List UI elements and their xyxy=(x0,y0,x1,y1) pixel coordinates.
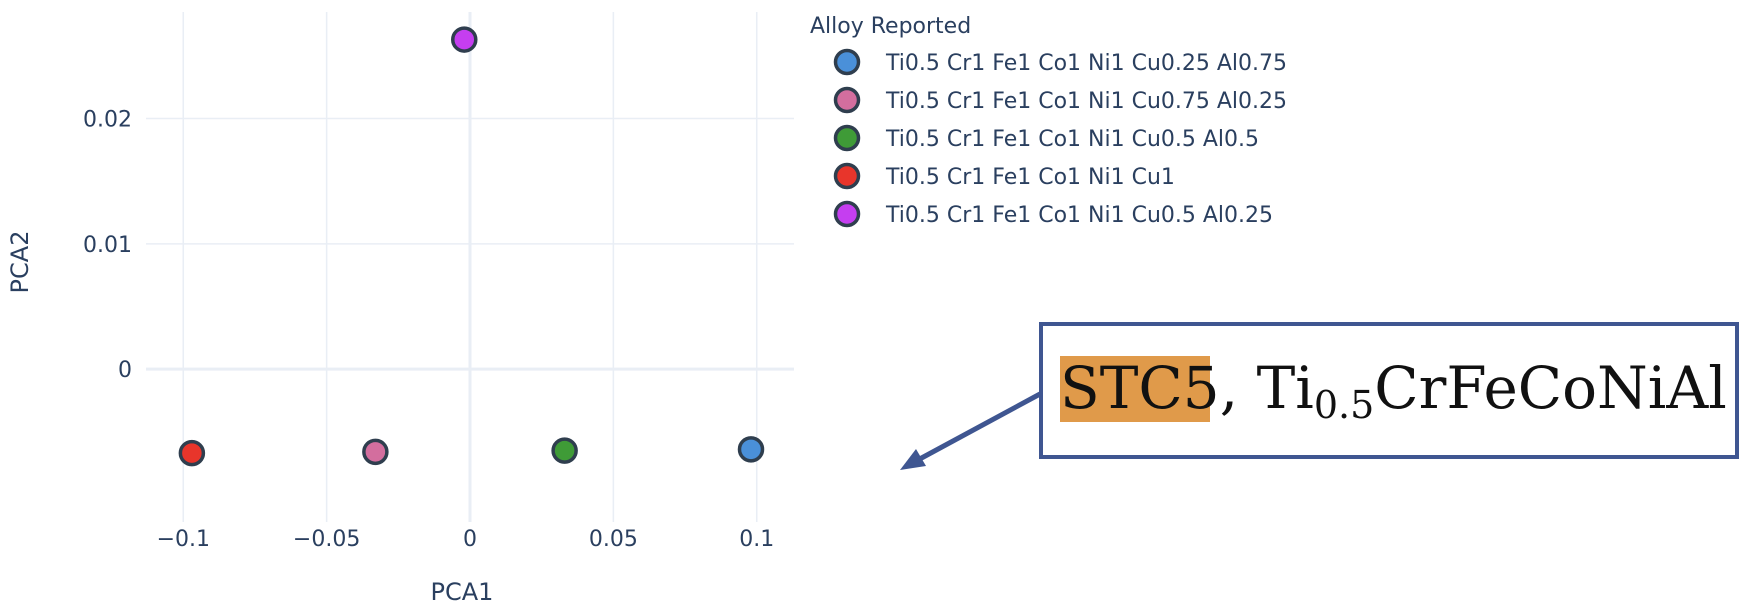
callout-arrow-line xyxy=(914,391,1042,464)
legend-items: Ti0.5 Cr1 Fe1 Co1 Ni1 Cu0.25 Al0.75 Ti0.5… xyxy=(833,48,1287,228)
callout-formula-ti: Ti xyxy=(1257,354,1314,422)
data-point xyxy=(551,437,578,464)
y-tick-label: 0.02 xyxy=(83,108,132,133)
data-point xyxy=(362,438,389,466)
legend-marker xyxy=(833,124,861,152)
x-tick-label: 0 xyxy=(463,527,477,552)
legend-label: Ti0.5 Cr1 Fe1 Co1 Ni1 Cu1 xyxy=(885,165,1175,190)
legend-marker xyxy=(833,86,861,114)
legend-item: Ti0.5 Cr1 Fe1 Co1 Ni1 Cu0.75 Al0.25 xyxy=(833,86,1287,114)
x-tick-label: −0.05 xyxy=(293,527,360,552)
data-point xyxy=(178,439,206,467)
legend-marker xyxy=(833,48,861,76)
x-tick-label: −0.1 xyxy=(157,527,210,552)
legend-title: Alloy Reported xyxy=(810,14,971,39)
callout-formula: STC5, Ti0.5CrFeCoNiAl xyxy=(1060,354,1727,427)
data-point xyxy=(451,26,478,53)
legend-item: Ti0.5 Cr1 Fe1 Co1 Ni1 Cu1 xyxy=(833,162,1175,190)
scatter-chart: −0.1 −0.05 0 0.05 0.1 0 0.01 0.02 PCA1 PCA2 All… xyxy=(6,12,1739,606)
callout-formula-rest: CrFeCoNiAl xyxy=(1374,354,1727,422)
legend: Alloy Reported Ti0.5 Cr1 Fe1 Co1 Ni1 Cu0… xyxy=(810,14,1287,228)
y-tick-label: 0 xyxy=(118,358,132,383)
x-tick-label: 0.1 xyxy=(739,527,774,552)
tick-labels: −0.1 −0.05 0 0.05 0.1 0 0.01 0.02 xyxy=(83,108,774,552)
grid-layer xyxy=(146,12,794,522)
x-axis-title: PCA1 xyxy=(431,578,494,606)
legend-label: Ti0.5 Cr1 Fe1 Co1 Ni1 Cu0.75 Al0.25 xyxy=(885,89,1287,114)
formula-callout: STC5, Ti0.5CrFeCoNiAl xyxy=(900,322,1739,470)
callout-subscript: 0.5 xyxy=(1314,383,1374,427)
callout-separator: , xyxy=(1220,354,1257,422)
y-tick-label: 0.01 xyxy=(83,233,132,258)
legend-item: Ti0.5 Cr1 Fe1 Co1 Ni1 Cu0.25 Al0.75 xyxy=(833,48,1287,76)
callout-arrow-head xyxy=(900,449,926,470)
legend-item: Ti0.5 Cr1 Fe1 Co1 Ni1 Cu0.5 Al0.5 xyxy=(833,124,1259,152)
data-point xyxy=(737,436,765,463)
legend-label: Ti0.5 Cr1 Fe1 Co1 Ni1 Cu0.5 Al0.25 xyxy=(885,203,1273,228)
callout-highlight-text: STC5 xyxy=(1060,354,1220,422)
legend-label: Ti0.5 Cr1 Fe1 Co1 Ni1 Cu0.25 Al0.75 xyxy=(885,51,1287,76)
legend-item: Ti0.5 Cr1 Fe1 Co1 Ni1 Cu0.5 Al0.25 xyxy=(833,200,1273,228)
legend-label: Ti0.5 Cr1 Fe1 Co1 Ni1 Cu0.5 Al0.5 xyxy=(885,127,1259,152)
legend-marker xyxy=(833,200,861,228)
legend-marker xyxy=(833,162,861,190)
x-tick-label: 0.05 xyxy=(589,527,638,552)
y-axis-title: PCA2 xyxy=(6,231,34,294)
